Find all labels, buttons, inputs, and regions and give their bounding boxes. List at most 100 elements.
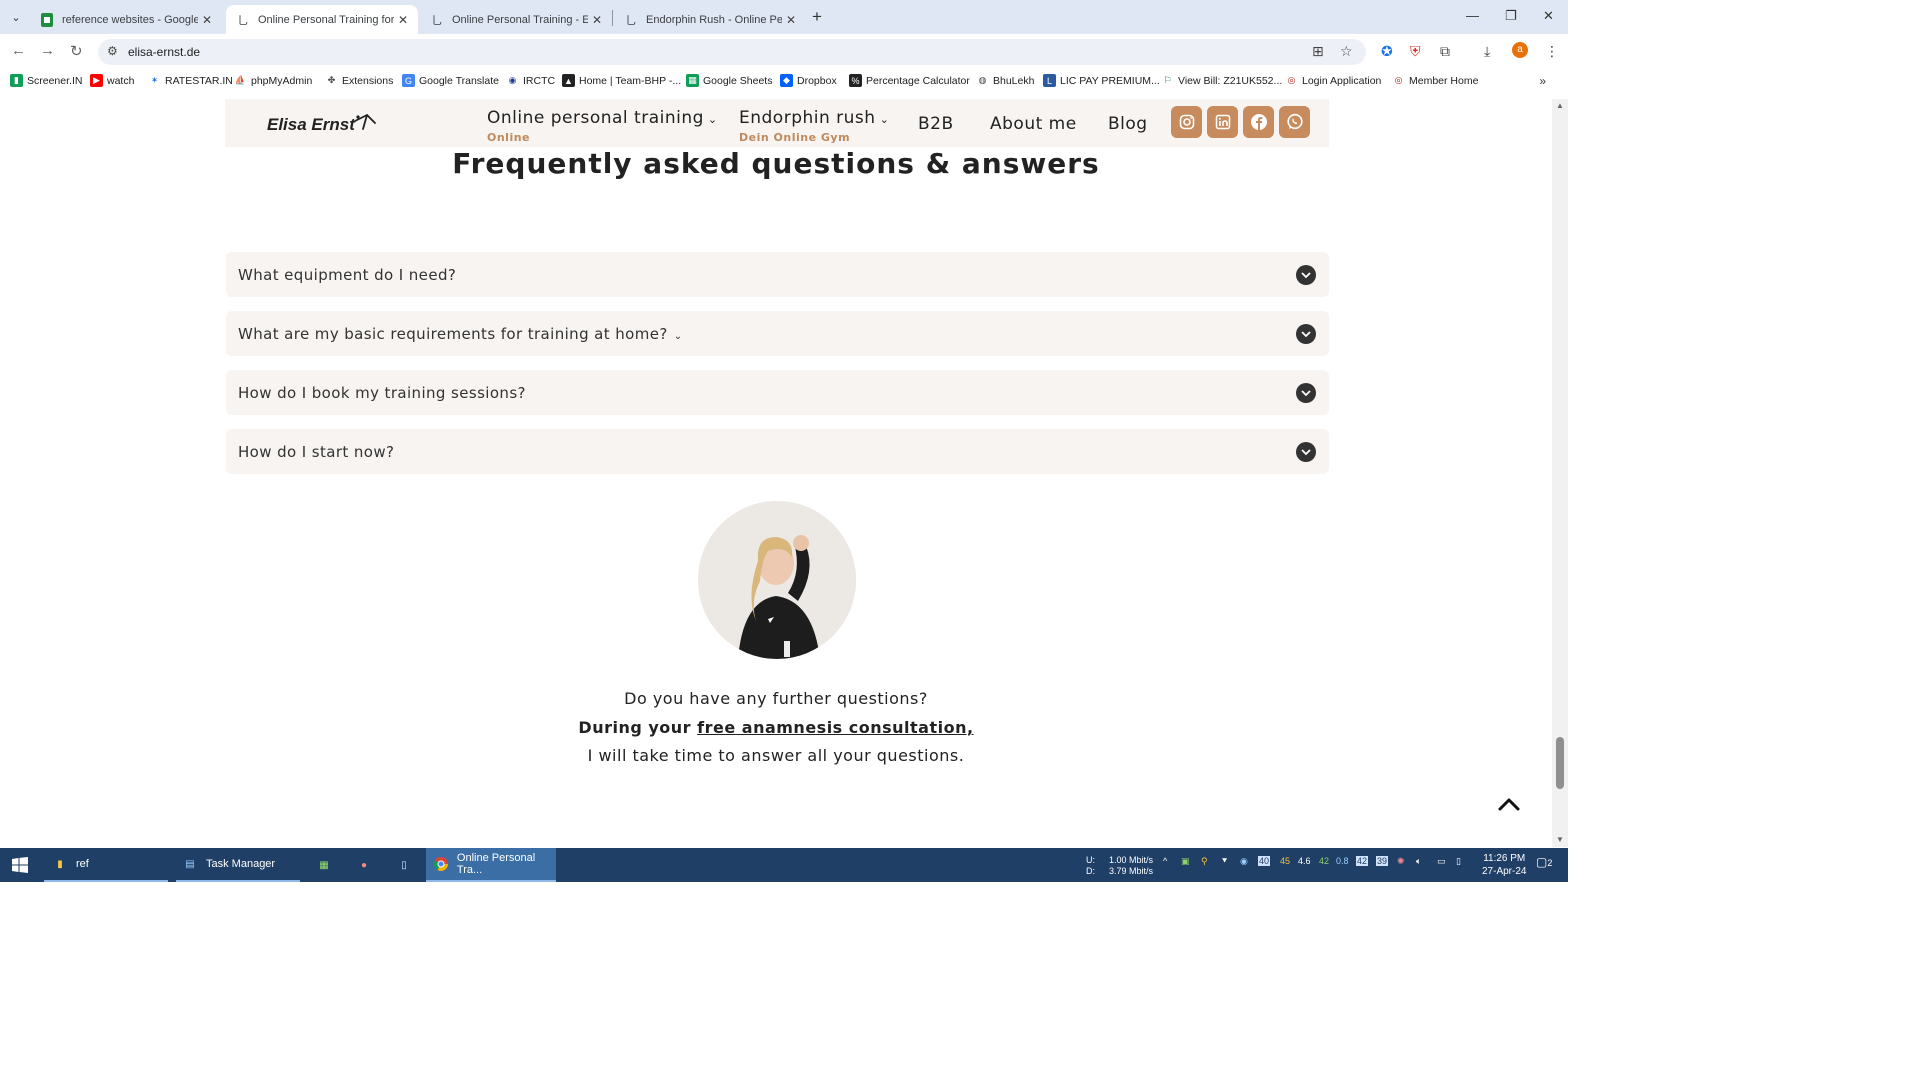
close-window-icon[interactable]: ✕ bbox=[1543, 8, 1554, 24]
nav-about-me[interactable]: About me bbox=[990, 114, 1077, 134]
scrollbar-thumb[interactable] bbox=[1556, 737, 1564, 789]
tray-app-icon[interactable]: ◉ bbox=[1240, 856, 1248, 867]
forward-icon[interactable]: → bbox=[40, 42, 55, 59]
new-tab-button[interactable]: + bbox=[812, 7, 822, 27]
tray-overflow-icon[interactable]: ^ bbox=[1163, 856, 1167, 866]
tab-reference-websites[interactable]: reference websites - Google Sh ✕ bbox=[30, 5, 222, 34]
notification-icon[interactable]: ▢2 bbox=[1536, 855, 1552, 869]
login-icon: ◎ bbox=[1287, 75, 1296, 85]
bookmark-item[interactable]: ◍ BhuLekh bbox=[976, 74, 1035, 87]
download-icon[interactable]: ⤓ bbox=[1484, 43, 1490, 60]
notepad-icon[interactable]: ▯ bbox=[392, 848, 416, 882]
scroll-down-icon[interactable]: ▼ bbox=[1556, 835, 1564, 844]
bookmark-star-icon[interactable]: ☆ bbox=[1340, 43, 1353, 60]
nav-endorphin-rush[interactable]: Endorphin rush ⌄ bbox=[739, 108, 889, 128]
battery-icon[interactable]: ▭ bbox=[1437, 856, 1446, 867]
youtube-icon: ▶ bbox=[90, 74, 103, 87]
shield-extension-icon[interactable]: ⛨ bbox=[1410, 43, 1421, 60]
chevron-down-icon[interactable] bbox=[1296, 324, 1316, 344]
tray-app-icon[interactable]: 42 bbox=[1356, 856, 1369, 866]
faq-question[interactable]: How do I book my training sessions? bbox=[238, 384, 526, 402]
faq-item-requirements[interactable]: What are my basic requirements for train… bbox=[226, 311, 1329, 356]
start-icon[interactable] bbox=[8, 848, 32, 882]
app-icon[interactable]: ● bbox=[352, 848, 376, 882]
faq-item-start[interactable]: How do I start now? bbox=[226, 429, 1329, 474]
nav-blog[interactable]: Blog bbox=[1108, 114, 1148, 134]
taskbar-item-task-manager[interactable]: ▤ Task Manager bbox=[176, 848, 300, 882]
tray-app-icon[interactable]: 42 bbox=[1319, 856, 1329, 866]
bookmark-item[interactable]: L LIC PAY PREMIUM... bbox=[1043, 74, 1160, 87]
faq-question[interactable]: What equipment do I need? bbox=[238, 266, 456, 284]
tab-online-personal-training[interactable]: ⺃ Online Personal Training for Wo ✕ bbox=[226, 5, 418, 34]
bookmark-item[interactable]: ◎ Login Application bbox=[1285, 74, 1382, 87]
chevron-down-icon[interactable] bbox=[1296, 442, 1316, 462]
nav-b2b[interactable]: B2B bbox=[918, 114, 954, 134]
bookmark-item[interactable]: G Google Translate bbox=[402, 74, 499, 87]
volume-icon[interactable]: 🔈︎ bbox=[1416, 856, 1421, 867]
back-icon[interactable]: ← bbox=[11, 42, 26, 59]
close-tab-icon[interactable]: ✕ bbox=[592, 13, 602, 27]
site-logo[interactable]: Elisa Ernst bbox=[267, 115, 355, 135]
tab-online-personal-training-elisa[interactable]: ⺃ Online Personal Training - Elisa ✕ bbox=[420, 5, 612, 34]
bookmark-item[interactable]: ▦ Google Sheets bbox=[686, 74, 772, 87]
tray-app-icon[interactable]: ✺ bbox=[1397, 856, 1405, 867]
bookmark-item[interactable]: ✤ Extensions bbox=[325, 74, 394, 87]
faq-question[interactable]: What are my basic requirements for train… bbox=[238, 325, 683, 343]
bookmark-item[interactable]: ✶ RATESTAR.IN bbox=[148, 74, 233, 87]
clock[interactable]: 11:26 PM 27-Apr-24 bbox=[1482, 852, 1526, 878]
bookmark-item[interactable]: ◉ IRCTC bbox=[506, 74, 556, 87]
restore-icon[interactable]: ❐ bbox=[1505, 8, 1517, 24]
tray-app-icon[interactable]: 39 bbox=[1376, 856, 1389, 866]
tray-app-icon[interactable]: 4.6 bbox=[1298, 856, 1311, 866]
teambhp-icon: ▲ bbox=[562, 74, 575, 87]
site-info-icon[interactable]: ⚙ bbox=[107, 44, 118, 58]
tray-app-icon[interactable]: 45 bbox=[1280, 856, 1290, 866]
tray-app-icon[interactable]: ▣ bbox=[1181, 856, 1190, 867]
tray-app-icon[interactable]: 40 bbox=[1258, 856, 1271, 866]
bookmark-item[interactable]: % Percentage Calculator bbox=[849, 74, 970, 87]
close-tab-icon[interactable]: ✕ bbox=[202, 13, 212, 27]
back-to-top-icon[interactable] bbox=[1496, 793, 1522, 815]
bookmark-item[interactable]: ◆ Dropbox bbox=[780, 74, 837, 87]
reload-icon[interactable]: ↻ bbox=[70, 42, 83, 60]
instagram-icon[interactable] bbox=[1171, 106, 1202, 138]
facebook-icon[interactable] bbox=[1243, 106, 1274, 138]
tray-search-icon[interactable]: ⚲ bbox=[1201, 856, 1208, 867]
address-bar[interactable]: ⚙ elisa-ernst.de ⊞ ☆ bbox=[98, 39, 1366, 65]
tab-endorphin-rush[interactable]: ⺃ Endorphin Rush - Online Perso ✕ bbox=[614, 5, 806, 34]
bookmarks-overflow-icon[interactable]: » bbox=[1539, 74, 1546, 88]
extension-icon[interactable]: ✪ bbox=[1381, 43, 1393, 60]
taskbar-item-chrome[interactable]: Online Personal Tra... bbox=[426, 848, 556, 882]
menu-icon[interactable]: ⋮ bbox=[1545, 43, 1559, 60]
network-icon[interactable]: ▯ bbox=[1456, 856, 1461, 867]
close-tab-icon[interactable]: ✕ bbox=[398, 13, 408, 27]
chevron-down-icon[interactable] bbox=[1296, 383, 1316, 403]
minimize-icon[interactable]: — bbox=[1466, 8, 1479, 23]
chevron-down-icon[interactable] bbox=[1296, 265, 1316, 285]
tray-app-icon[interactable]: ⯆ bbox=[1221, 856, 1228, 867]
bookmark-item[interactable]: ▮ Screener.IN bbox=[10, 74, 82, 87]
scroll-up-icon[interactable]: ▲ bbox=[1556, 101, 1564, 110]
nav-online-training[interactable]: Online personal training ⌄ bbox=[487, 108, 718, 128]
bookmark-item[interactable]: ⛵ phpMyAdmin bbox=[234, 74, 312, 87]
faq-question[interactable]: How do I start now? bbox=[238, 443, 394, 461]
tray-app-icon[interactable]: 0.8 bbox=[1336, 856, 1349, 866]
bookmark-item[interactable]: ▲ Home | Team-BHP -... bbox=[562, 74, 681, 87]
bookmark-item[interactable]: ◎ Member Home bbox=[1392, 74, 1479, 87]
linkedin-icon[interactable] bbox=[1207, 106, 1238, 138]
url-text[interactable]: elisa-ernst.de bbox=[128, 45, 200, 59]
translate-icon[interactable]: ⊞ bbox=[1312, 43, 1324, 60]
bookmark-item[interactable]: ⚐ View Bill: Z21UK552... bbox=[1161, 74, 1282, 87]
profile-avatar[interactable]: a bbox=[1512, 42, 1528, 58]
puzzle-icon[interactable]: ⧉ bbox=[1440, 43, 1450, 60]
whatsapp-icon[interactable] bbox=[1279, 106, 1310, 138]
faq-item-booking[interactable]: How do I book my training sessions? bbox=[226, 370, 1329, 415]
consultation-link[interactable]: free anamnesis consultation, bbox=[697, 718, 973, 737]
faq-item-equipment[interactable]: What equipment do I need? bbox=[226, 252, 1329, 297]
bookmark-item[interactable]: ▶ watch bbox=[90, 74, 134, 87]
page-scrollbar[interactable]: ▲ ▼ bbox=[1552, 99, 1568, 847]
close-tab-icon[interactable]: ✕ bbox=[786, 13, 796, 27]
taskbar-item-ref[interactable]: ▮ ref bbox=[44, 848, 168, 882]
notepad-plus-icon[interactable]: ▦ bbox=[312, 848, 336, 882]
tab-search-icon[interactable]: ⌄ bbox=[6, 7, 26, 27]
